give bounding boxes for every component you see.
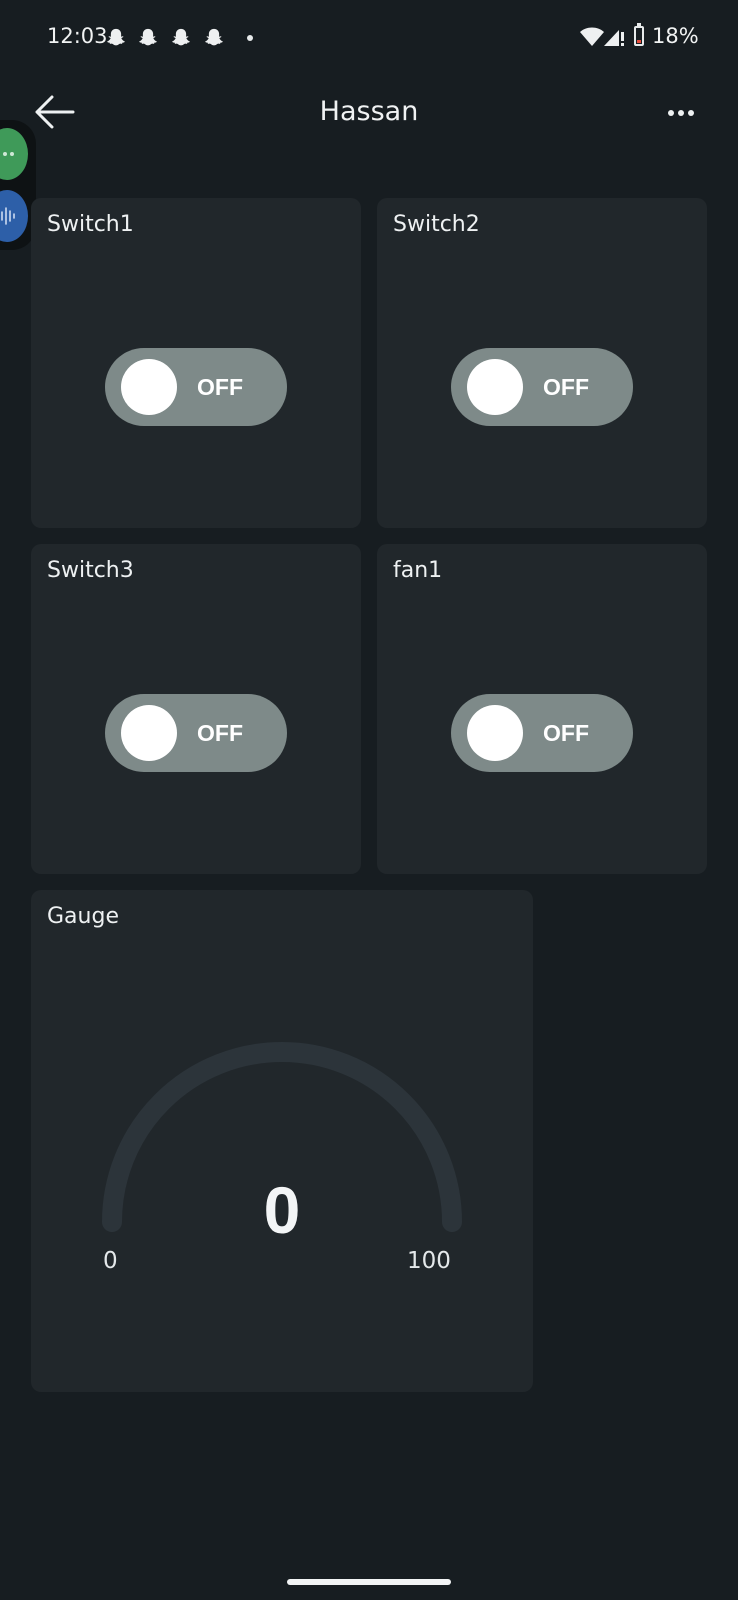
switch3-toggle[interactable]: OFF <box>105 694 287 772</box>
gauge-card: Gauge 0 0 100 <box>31 890 533 1392</box>
switch-title: Switch1 <box>47 212 134 237</box>
gauge-max-label: 100 <box>407 1248 451 1274</box>
voice-bubble-icon[interactable] <box>0 190 28 242</box>
wifi-icon <box>580 27 604 46</box>
waveform-icon <box>1 207 15 225</box>
gauge-value: 0 <box>263 1173 301 1247</box>
chat-dots-icon <box>3 152 14 156</box>
toggle-knob <box>121 359 177 415</box>
switch-card-2: Switch2 OFF <box>377 198 707 528</box>
status-time: 12:03 <box>47 24 108 48</box>
fan1-toggle[interactable]: OFF <box>451 694 633 772</box>
toggle-state-label: OFF <box>197 720 243 746</box>
gauge-min-label: 0 <box>103 1248 118 1274</box>
toggle-state-label: OFF <box>197 374 243 400</box>
home-indicator[interactable] <box>287 1579 451 1585</box>
snapchat-icon <box>139 28 157 46</box>
switch-title: fan1 <box>393 558 443 583</box>
switch1-toggle[interactable]: OFF <box>105 348 287 426</box>
snapchat-icon <box>172 28 190 46</box>
switch-card-1: Switch1 OFF <box>31 198 361 528</box>
snapchat-icon <box>107 28 125 46</box>
signal-icon <box>604 30 624 46</box>
switch2-toggle[interactable]: OFF <box>451 348 633 426</box>
app-bar: Hassan <box>0 78 738 150</box>
status-bar: 12:03 18% <box>0 0 738 76</box>
more-dots-icon[interactable] <box>664 98 698 128</box>
toggle-knob <box>467 705 523 761</box>
toggle-state-label: OFF <box>543 374 589 400</box>
notification-more-dot <box>247 35 253 41</box>
chat-bubble-icon[interactable] <box>0 128 28 180</box>
battery-icon <box>634 26 644 46</box>
toggle-knob <box>121 705 177 761</box>
snapchat-icon <box>205 28 223 46</box>
switch-title: Switch3 <box>47 558 134 583</box>
page-title: Hassan <box>319 96 419 127</box>
battery-percent: 18% <box>652 24 699 48</box>
switch-title: Switch2 <box>393 212 480 237</box>
toggle-state-label: OFF <box>543 720 589 746</box>
gauge-arc <box>102 1042 462 1232</box>
switch-card-fan1: fan1 OFF <box>377 544 707 874</box>
toggle-knob <box>467 359 523 415</box>
switch-card-3: Switch3 OFF <box>31 544 361 874</box>
